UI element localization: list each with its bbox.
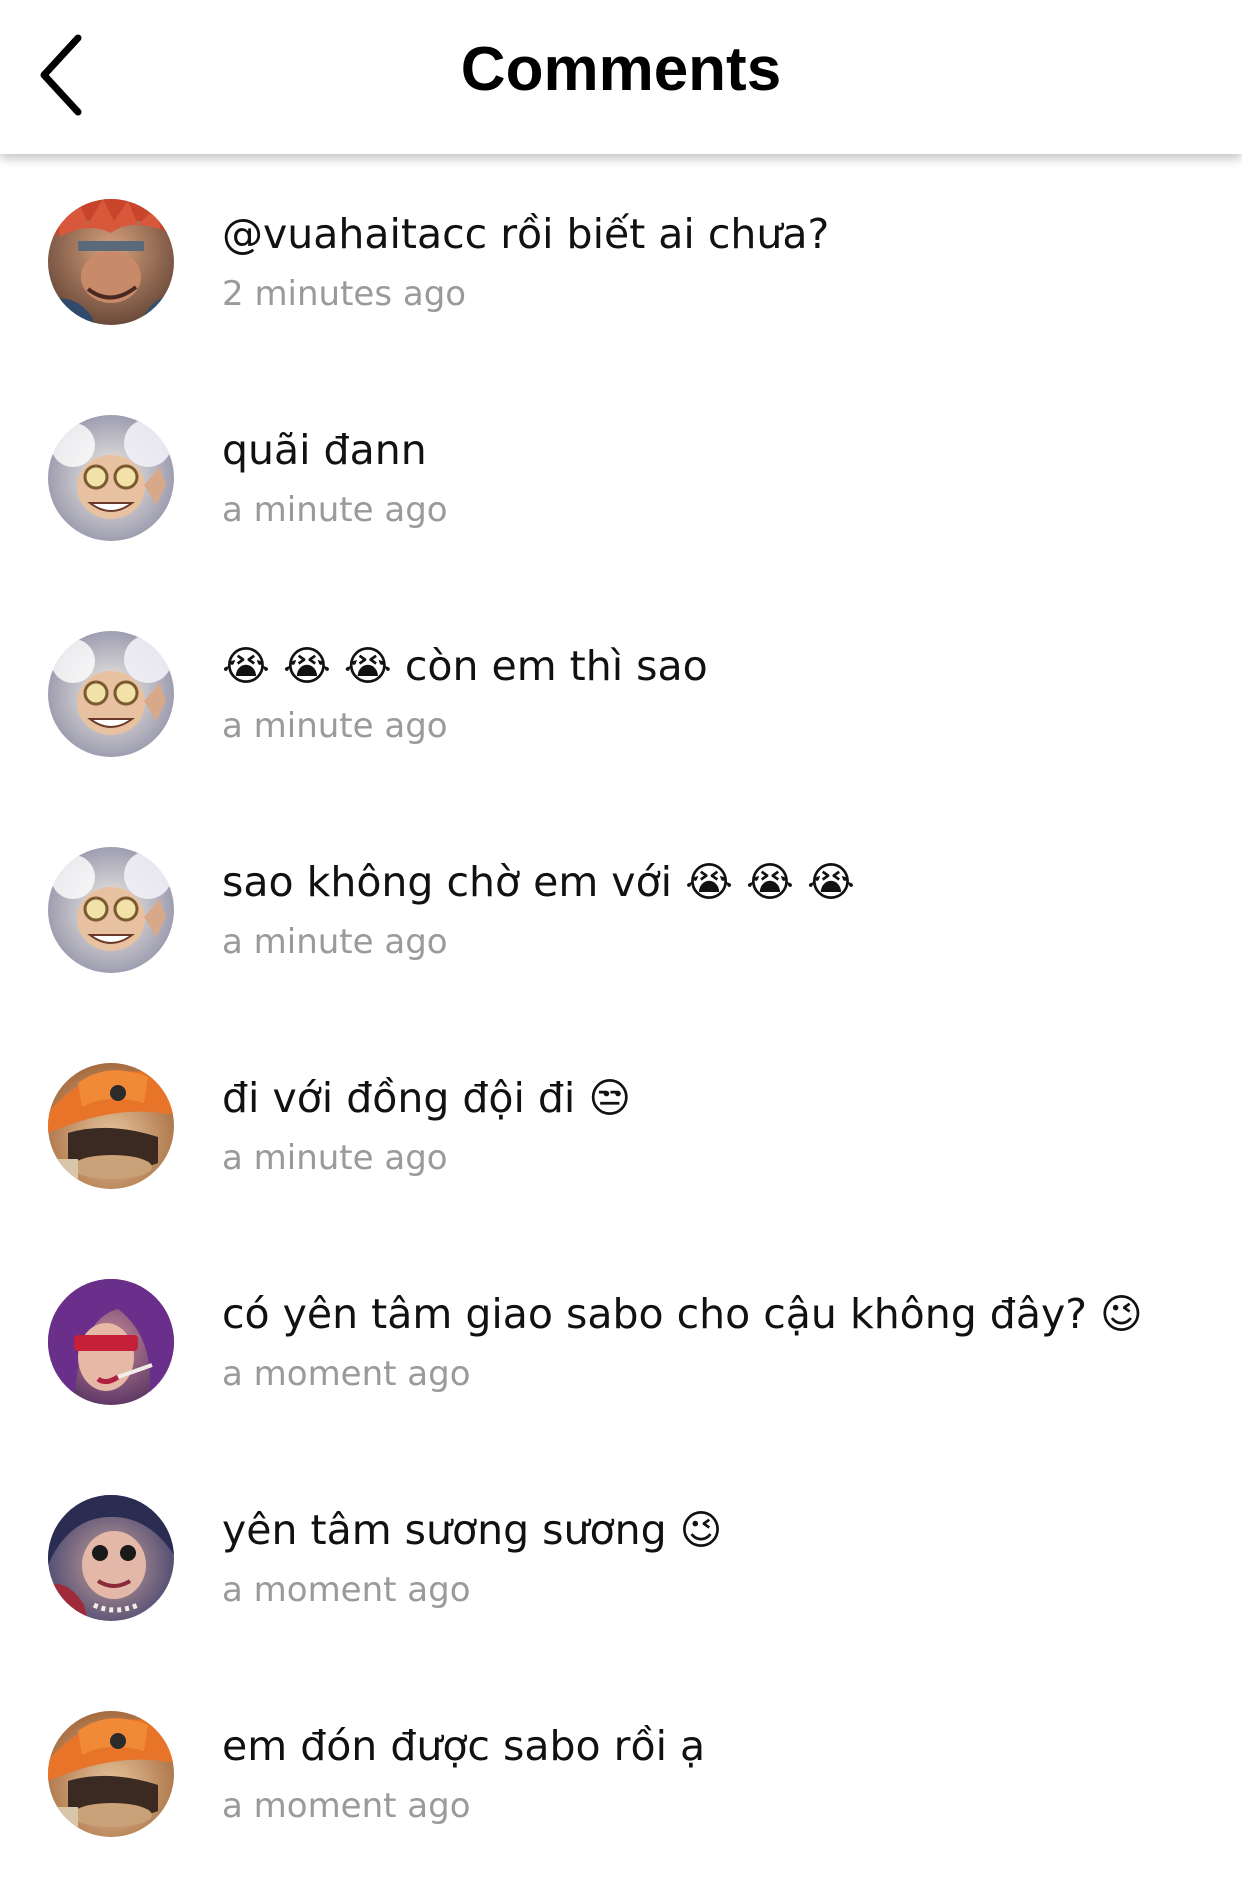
purple-haired-sunglasses-character-avatar[interactable] — [48, 1279, 174, 1405]
orange-hat-character-avatar[interactable] — [48, 1711, 174, 1837]
orange-hat-character-avatar[interactable] — [48, 1063, 174, 1189]
comment-text: @vuahaitacc rồi biết ai chưa? — [222, 210, 830, 258]
comment-list[interactable]: @vuahaitacc rồi biết ai chưa? 2 minutes … — [0, 154, 1242, 1882]
comment-text: đi với đồng đội đi 😒 — [222, 1074, 632, 1122]
red-haired-character-avatar[interactable] — [48, 199, 174, 325]
white-haired-grinning-character-avatar[interactable] — [48, 415, 174, 541]
page-title: Comments — [460, 35, 782, 104]
header-bar: Comments — [0, 0, 1242, 154]
comment-timestamp: a minute ago — [222, 706, 448, 746]
comment-text: có yên tâm giao sabo cho cậu không đây? … — [222, 1290, 1143, 1338]
comment-text: em đón được sabo rồi ạ — [222, 1722, 706, 1770]
comment-text: 😭 😭 😭 còn em thì sao — [222, 642, 708, 690]
comment-item[interactable]: yên tâm sương sương 😉 a moment ago — [0, 1450, 1242, 1666]
comment-timestamp: 2 minutes ago — [222, 274, 467, 314]
comment-timestamp: a minute ago — [222, 922, 448, 962]
white-haired-grinning-character-avatar[interactable] — [48, 631, 174, 757]
comment-item[interactable]: em đón được sabo rồi ạ a moment ago — [0, 1666, 1242, 1882]
white-haired-grinning-character-avatar[interactable] — [48, 847, 174, 973]
comment-item[interactable]: đi với đồng đội đi 😒 a minute ago — [0, 1018, 1242, 1234]
comment-timestamp: a moment ago — [222, 1570, 471, 1610]
comment-item[interactable]: sao không chờ em với 😭 😭 😭 a minute ago — [0, 802, 1242, 1018]
dark-haired-star-eyes-character-avatar[interactable] — [48, 1495, 174, 1621]
comment-timestamp: a minute ago — [222, 490, 448, 530]
comment-item[interactable]: có yên tâm giao sabo cho cậu không đây? … — [0, 1234, 1242, 1450]
comment-item[interactable]: quãi đann a minute ago — [0, 370, 1242, 586]
comment-timestamp: a moment ago — [222, 1354, 471, 1394]
comment-text: yên tâm sương sương 😉 — [222, 1506, 723, 1554]
comment-text: quãi đann — [222, 426, 427, 474]
comment-text: sao không chờ em với 😭 😭 😭 — [222, 858, 855, 906]
comment-item[interactable]: @vuahaitacc rồi biết ai chưa? 2 minutes … — [0, 154, 1242, 370]
comment-timestamp: a minute ago — [222, 1138, 448, 1178]
comment-timestamp: a moment ago — [222, 1786, 471, 1826]
comment-item[interactable]: 😭 😭 😭 còn em thì sao a minute ago — [0, 586, 1242, 802]
